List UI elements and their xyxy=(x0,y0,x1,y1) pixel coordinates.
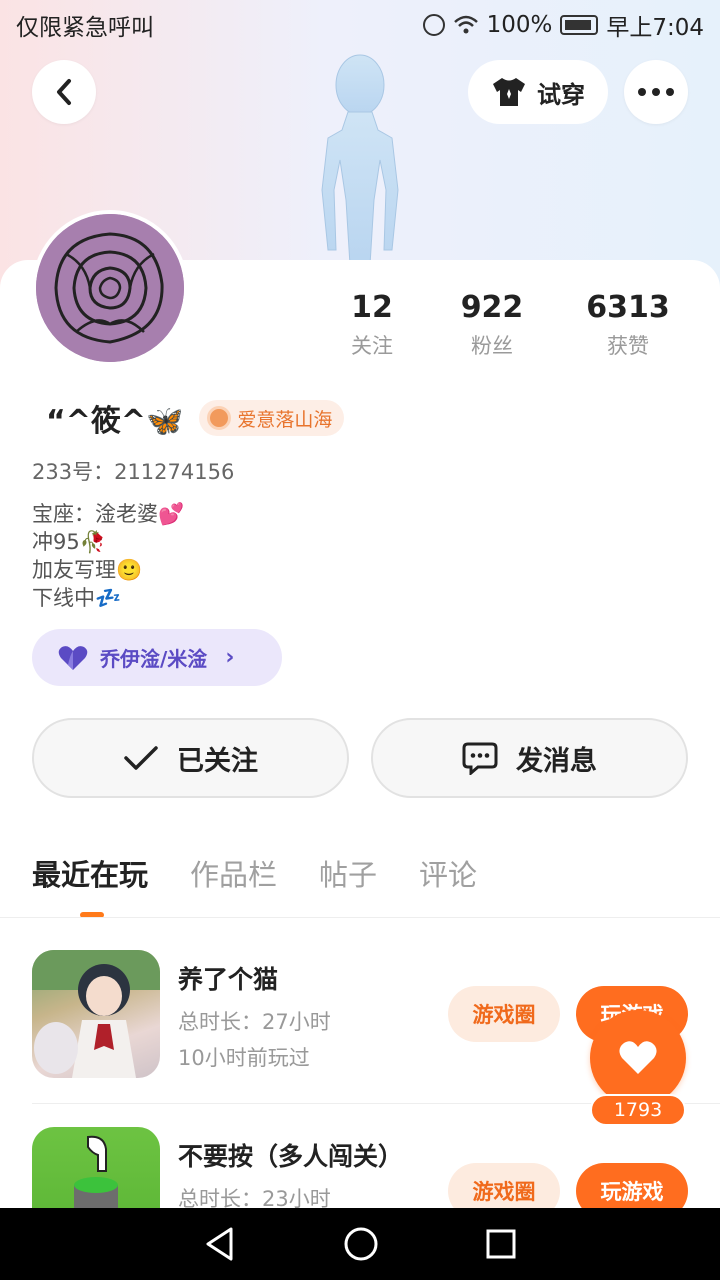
name-row: “^筱^🦋 爱意落山海 xyxy=(46,396,345,440)
tab-comments[interactable]: 评论 xyxy=(419,852,477,894)
battery-icon xyxy=(560,15,599,35)
game-character-image xyxy=(32,950,160,1078)
double-heart-icon xyxy=(58,645,88,670)
more-button[interactable] xyxy=(624,60,688,124)
stat-following[interactable]: 12 关注 xyxy=(320,288,424,360)
divider xyxy=(0,917,720,918)
like-count: 1793 xyxy=(590,1094,686,1126)
shirt-icon xyxy=(493,78,525,106)
game-thumbnail[interactable] xyxy=(32,950,160,1078)
followed-label: 已关注 xyxy=(177,745,258,777)
stat-label: 获赞 xyxy=(607,334,649,358)
bio-line: 宝座：淦老婆💕 xyxy=(32,502,185,526)
try-on-label: 试穿 xyxy=(537,80,585,109)
stat-followers[interactable]: 922 粉丝 xyxy=(424,288,560,360)
profile-tabs: 最近在玩 作品栏 帖子 评论 xyxy=(32,852,477,894)
game-title: 不要按（多人闯关） xyxy=(178,1142,404,1171)
heart-icon xyxy=(619,1041,657,1074)
clock: 早上7:04 xyxy=(606,15,704,41)
bio-line: 加友写理🙂 xyxy=(32,558,143,582)
tab-recently-played[interactable]: 最近在玩 xyxy=(32,852,148,894)
stat-value: 922 xyxy=(460,290,524,325)
battery-percent: 100% xyxy=(486,12,553,38)
carrier-text: 仅限紧急呼叫 xyxy=(16,15,154,41)
bio-line: 下线中💤 xyxy=(32,586,122,610)
user-name: “^筱^🦋 xyxy=(46,404,184,439)
wifi-icon xyxy=(453,15,478,34)
recents-square-icon[interactable] xyxy=(485,1228,517,1260)
send-message-button[interactable]: 发消息 xyxy=(371,718,688,798)
user-bio: 宝座：淦老婆💕 冲95🥀 加友写理🙂 下线中💤 xyxy=(32,500,184,612)
game-last-played: 10小时前玩过 xyxy=(178,1046,310,1070)
system-nav-bar xyxy=(0,1208,720,1280)
followed-button[interactable]: 已关注 xyxy=(32,718,349,798)
chevron-left-icon xyxy=(57,79,71,105)
back-triangle-icon[interactable] xyxy=(203,1226,237,1262)
tab-works[interactable]: 作品栏 xyxy=(190,852,277,894)
badge-label: 爱意落山海 xyxy=(237,408,333,431)
user-id: 233号：211274156 xyxy=(32,460,235,484)
signal-icon xyxy=(422,14,445,36)
badge-icon xyxy=(207,406,232,430)
game-title: 养了个猫 xyxy=(178,965,279,994)
title-badge[interactable]: 爱意落山海 xyxy=(199,400,345,436)
status-bar: 仅限紧急呼叫 100% 早上7:04 xyxy=(0,0,720,50)
back-button[interactable] xyxy=(32,60,96,124)
check-icon xyxy=(124,746,158,770)
home-circle-icon[interactable] xyxy=(343,1226,379,1262)
try-on-button[interactable]: 试穿 xyxy=(468,60,608,124)
tab-posts[interactable]: 帖子 xyxy=(319,852,377,894)
stat-likes[interactable]: 6313 获赞 xyxy=(560,288,696,360)
more-dots-icon xyxy=(638,88,674,96)
rose-avatar-image xyxy=(36,214,184,362)
avatar[interactable] xyxy=(32,210,188,366)
stat-value: 6313 xyxy=(586,290,670,325)
bio-line: 冲95🥀 xyxy=(32,530,106,554)
floating-like-button[interactable] xyxy=(590,1010,686,1106)
avatar-3d-figure xyxy=(321,54,399,265)
cp-relationship-tag[interactable]: 乔伊淦/米淦 › xyxy=(32,629,282,686)
game-total-time: 总时长：27小时 xyxy=(178,1010,331,1034)
stat-label: 粉丝 xyxy=(471,334,513,358)
cp-tag-label: 乔伊淦/米淦 xyxy=(100,647,208,671)
send-message-label: 发消息 xyxy=(516,745,597,777)
chevron-right-icon: › xyxy=(225,645,235,670)
game-circle-button[interactable]: 游戏圈 xyxy=(448,986,560,1042)
stat-value: 12 xyxy=(351,290,393,325)
profile-stats: 12 关注 922 粉丝 6313 获赞 xyxy=(320,288,700,360)
chat-bubble-icon xyxy=(462,742,498,775)
stat-label: 关注 xyxy=(351,334,393,358)
